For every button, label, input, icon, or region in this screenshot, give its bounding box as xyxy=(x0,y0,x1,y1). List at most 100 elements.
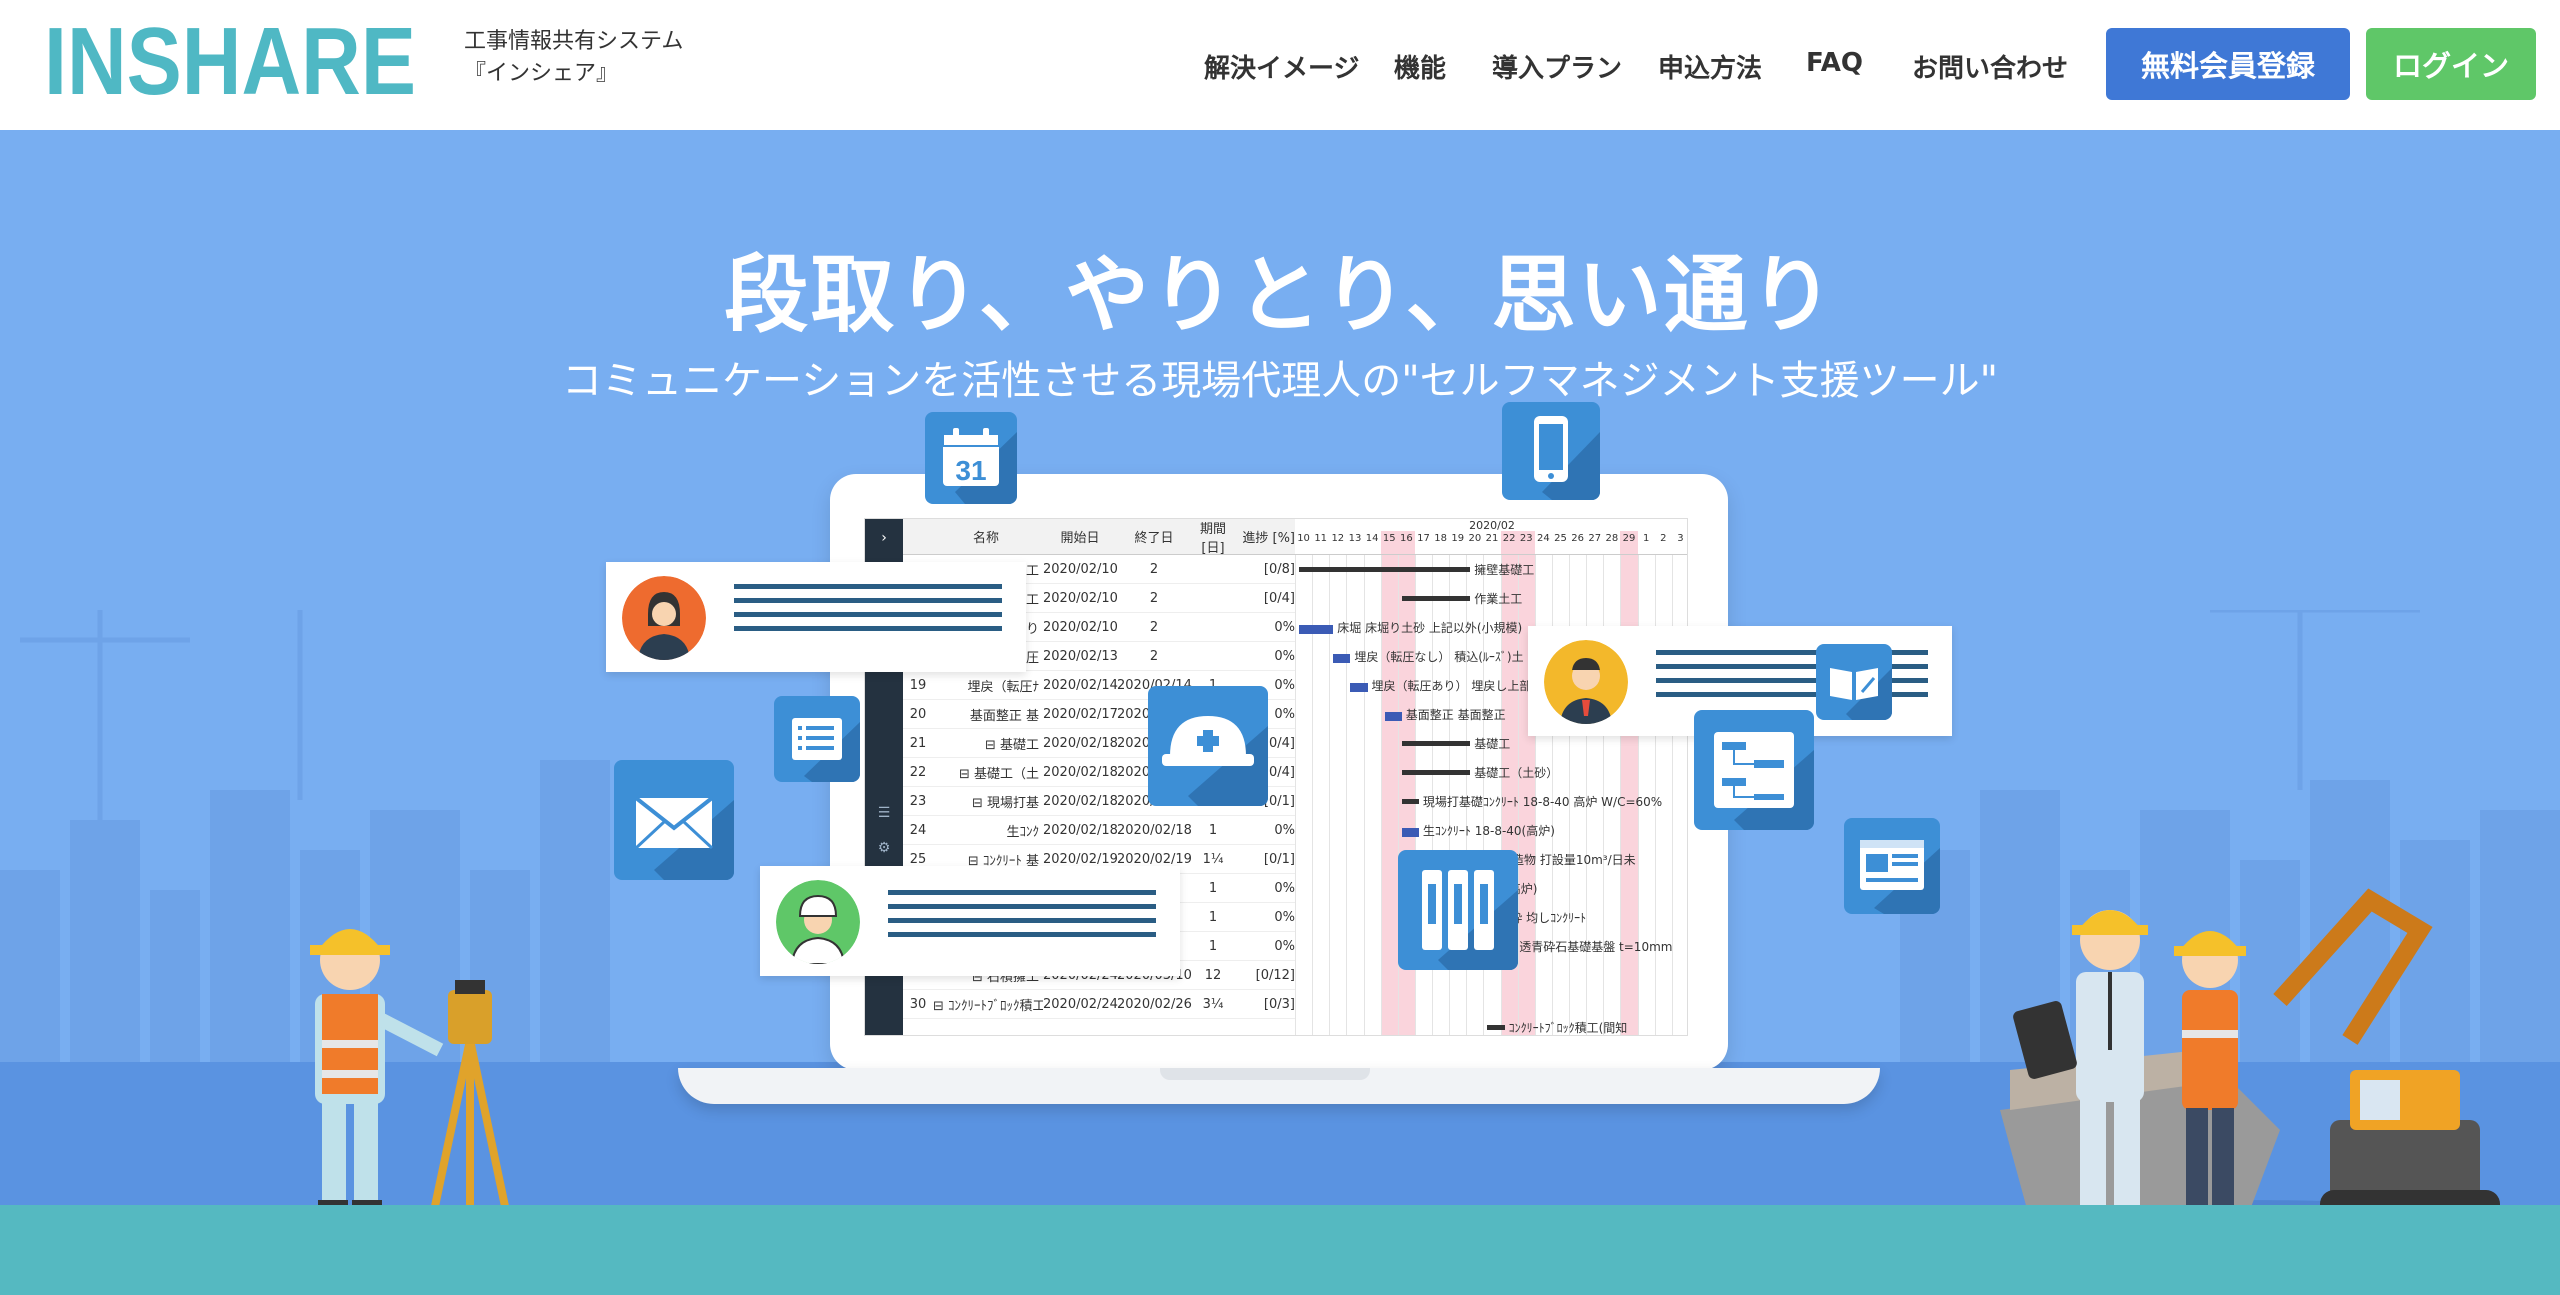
table-cell-name: 基面整正 基 xyxy=(969,708,1039,724)
surveyor-worker-illustration xyxy=(310,929,509,1205)
table-cell-name: 埋戻（転圧ﾅ xyxy=(967,679,1039,695)
gantt-task-label: 床堀 床堀り土砂 上記以外(小規模) xyxy=(1337,621,1523,635)
table-cell-no: 22 xyxy=(909,764,927,780)
table-cell-no: 30 xyxy=(909,996,927,1012)
tagline-line-2: 『インシェア』 xyxy=(464,61,619,86)
table-cell-name: ⊟ 現場打基 xyxy=(971,795,1039,811)
message-card-woman[interactable] xyxy=(606,562,1026,672)
smartphone-icon[interactable] xyxy=(1502,402,1600,500)
chevron-right-icon[interactable]: › xyxy=(875,529,893,547)
list-icon[interactable]: ☰ xyxy=(875,804,893,822)
calendar-icon[interactable]: 31 xyxy=(925,412,1017,504)
table-cell-end: 2020/02/19 xyxy=(1117,851,1192,867)
inshare-logo[interactable]: INSHARE xyxy=(44,14,419,104)
gantt-task-label: 擁壁基礎工 xyxy=(1474,563,1535,577)
table-cell-end: 2 xyxy=(1149,590,1159,606)
table-cell-name: ⊟ 基礎工（土 xyxy=(958,766,1039,782)
table-cell-start: 2020/02/18 xyxy=(1043,764,1118,780)
gantt-task-label: ｺﾝｸﾘｰﾄﾌﾞﾛｯｸ積工(間知 xyxy=(1508,1021,1628,1035)
gantt-task-label: 基面整正 基面整正 xyxy=(1405,708,1506,722)
gantt-day-label: 17 xyxy=(1417,533,1430,544)
gantt-bar[interactable] xyxy=(1401,596,1471,601)
register-button[interactable]: 無料会員登録 xyxy=(2106,28,2350,100)
hero-subheadline: コミュニケーションを活性させる現場代理人の"セルフマネジメント支援ツール" xyxy=(562,358,1998,404)
table-cell-pct: 0% xyxy=(1274,938,1295,954)
table-cell-start: 2020/02/10 xyxy=(1043,590,1118,606)
table-row[interactable]: 30 ⊟ ｺﾝｸﾘｰﾄﾌﾞﾛｯｸ積工 2020/02/24 2020/02/26 3¼ [… xyxy=(903,990,1295,1019)
nav-solution[interactable]: 解決イメージ xyxy=(1204,48,1359,85)
table-cell-pct: 0% xyxy=(1274,909,1295,925)
gantt-bar[interactable] xyxy=(1350,683,1368,692)
table-cell-dur: 1 xyxy=(1208,938,1218,954)
gantt-day-label: 10 xyxy=(1297,533,1310,544)
gantt-day-label: 23 xyxy=(1519,533,1533,544)
header-start: 開始日 xyxy=(1060,531,1100,546)
logo-text: INSHARE xyxy=(44,14,416,104)
table-cell-start: 2020/02/19 xyxy=(1043,851,1118,867)
table-cell-pct: [0/4] xyxy=(1263,590,1295,606)
gantt-bar[interactable] xyxy=(1333,654,1351,663)
table-cell-pct: [0/1] xyxy=(1263,851,1295,867)
nav-features[interactable]: 機能 xyxy=(1394,48,1446,85)
gantt-task-label: 生ｺﾝｸﾘｰﾄ 18-8-40(高炉) xyxy=(1422,824,1555,838)
header-name: 名称 xyxy=(972,531,999,546)
gantt-bar[interactable] xyxy=(1299,567,1471,572)
gantt-bar[interactable] xyxy=(1401,741,1471,746)
nav-plans[interactable]: 導入プラン xyxy=(1492,48,1622,85)
hero-section: 段取り、やりとり、思い通り コミュニケーションを活性させる現場代理人の"セルフマ… xyxy=(0,130,2560,1205)
schedule-table-header: 名称 開始日 終了日 期間 [日] 進捗 [%] xyxy=(903,519,1295,556)
nav-apply[interactable]: 申込方法 xyxy=(1658,48,1762,85)
gantt-day-label: 13 xyxy=(1348,533,1362,544)
table-cell-pct: [0/3] xyxy=(1263,996,1295,1012)
table-cell-end: 2 xyxy=(1149,619,1159,635)
header-progress: 進捗 [%] xyxy=(1242,531,1295,546)
gantt-day-label: 22 xyxy=(1502,533,1516,544)
book-edit-icon[interactable] xyxy=(1816,644,1892,720)
gantt-bar[interactable] xyxy=(1401,770,1471,775)
table-cell-dur: 12 xyxy=(1204,967,1222,983)
gantt-bar[interactable] xyxy=(1487,1025,1505,1030)
gantt-task-label: 埋戻（転圧あり） 埋戻し上部 xyxy=(1371,679,1532,693)
gantt-task-label: 作業土工 xyxy=(1474,592,1523,606)
svg-text:31: 31 xyxy=(955,455,986,486)
table-cell-no: 24 xyxy=(909,822,927,838)
table-cell-no: 23 xyxy=(909,793,927,809)
flowchart-icon[interactable] xyxy=(1694,710,1814,830)
table-cell-name: ⊟ ｺﾝｸﾘｰﾄﾌﾞﾛｯｸ積工 xyxy=(933,998,1043,1014)
table-cell-end: 2020/02/26 xyxy=(1117,996,1192,1012)
nav-contact[interactable]: お問い合わせ xyxy=(1912,48,2068,85)
message-card-worker[interactable] xyxy=(760,866,1180,976)
gantt-bar[interactable] xyxy=(1401,799,1419,804)
gantt-day-label: 28 xyxy=(1605,533,1619,544)
gantt-bar[interactable] xyxy=(1384,712,1402,721)
mail-icon[interactable] xyxy=(614,760,734,880)
woman-avatar xyxy=(622,576,706,660)
gantt-day-label: 16 xyxy=(1399,533,1413,544)
hardhat-icon[interactable] xyxy=(1148,686,1268,806)
binders-icon[interactable] xyxy=(1398,850,1518,970)
table-cell-no: 19 xyxy=(909,677,927,693)
table-cell-start: 2020/02/18 xyxy=(1043,735,1118,751)
gantt-day-label: 12 xyxy=(1331,533,1345,544)
table-cell-no: 25 xyxy=(909,851,927,867)
nav-faq[interactable]: FAQ xyxy=(1806,48,1863,78)
table-cell-name: 生ｺﾝｸ xyxy=(1006,824,1039,840)
footer-band xyxy=(0,1205,2560,1295)
login-button[interactable]: ログイン xyxy=(2366,28,2536,100)
header-end: 終了日 xyxy=(1134,531,1174,546)
gantt-day-label: 2 xyxy=(1660,533,1667,544)
table-cell-start: 2020/02/18 xyxy=(1043,793,1118,809)
document-list-icon[interactable] xyxy=(774,696,860,782)
businessman-avatar xyxy=(1544,640,1628,724)
gantt-bar[interactable] xyxy=(1401,828,1419,837)
table-row[interactable]: 24 生ｺﾝｸ 2020/02/18 2020/02/18 1 0% xyxy=(903,816,1295,845)
settings-icon[interactable]: ⚙ xyxy=(875,839,893,857)
browser-window-icon[interactable] xyxy=(1844,818,1940,914)
gantt-day-label: 15 xyxy=(1382,533,1396,544)
table-cell-start: 2020/02/13 xyxy=(1043,648,1118,664)
laptop-notch xyxy=(1160,1068,1370,1080)
gantt-day-label: 29 xyxy=(1622,533,1636,544)
gantt-bar[interactable] xyxy=(1299,625,1334,634)
table-cell-dur: 3¼ xyxy=(1202,996,1224,1012)
gantt-task-label: 現場打基礎ｺﾝｸﾘｰﾄ 18-8-40 高炉 W/C=60% xyxy=(1422,795,1663,809)
